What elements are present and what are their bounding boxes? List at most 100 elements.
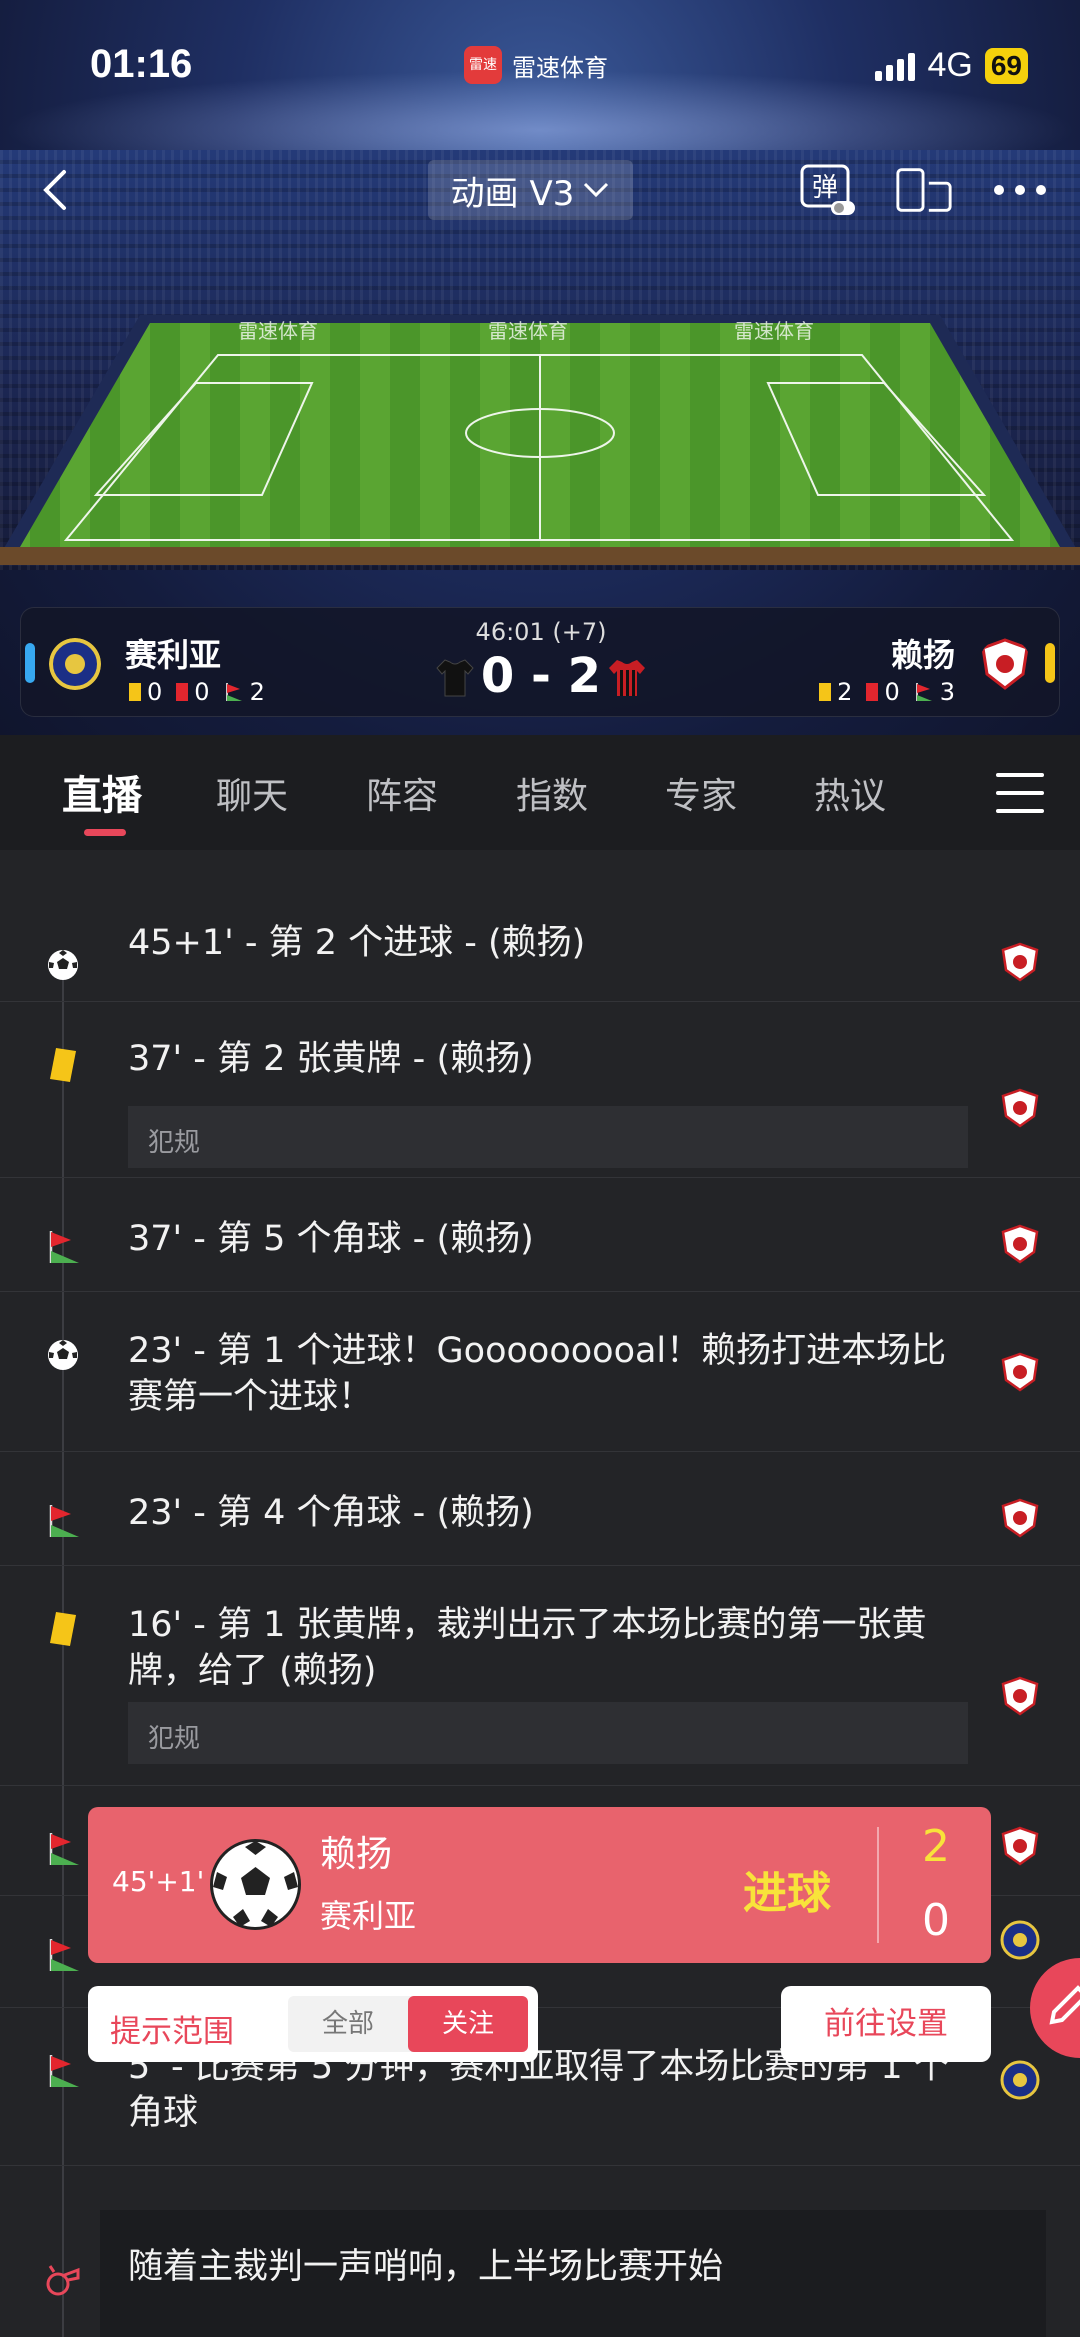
goal-score-scoring: 2 [922, 1821, 950, 1872]
ad-board-text: 雷速体育 [488, 319, 568, 343]
system-indicators: 4G 69 [875, 46, 1028, 85]
corner-flag-icon [44, 1830, 82, 1868]
app-logo: 雷速 [464, 46, 502, 84]
scoreboard: 赛利亚 0 0 2 46:01 (+7) 0 - 2 赖扬 2 0 3 [20, 607, 1060, 717]
network-type: 4G [927, 46, 973, 84]
animation-toolbar: 动画 V3 弹 [0, 160, 1080, 230]
tab-chat[interactable]: 聊天 [216, 767, 288, 819]
corner-flag-icon [915, 683, 932, 701]
pencil-icon [1049, 1985, 1080, 2025]
more-button[interactable] [990, 160, 1050, 220]
event-text: 23' - 第 1 个进球！Gooooooooal！赖扬打进本场比赛第一个进球！ [128, 1331, 947, 1417]
ad-board-text: 雷速体育 [734, 319, 814, 343]
clock: 01:16 [90, 42, 193, 86]
event-text: 45+1' - 第 2 个进球 - (赖扬) [128, 923, 586, 963]
tab-menu-button[interactable] [996, 773, 1044, 813]
more-dots-icon [994, 185, 1046, 195]
tab-bar: 直播 聊天 阵容 指数 专家 热议 [0, 735, 1080, 850]
away-team-stats: 2 0 3 [819, 678, 955, 706]
away-team-crest [1000, 1498, 1040, 1538]
corner-flag-icon [44, 1936, 82, 1974]
reminder-option-all[interactable]: 全部 [288, 1996, 408, 2052]
goal-minute: 45'+1' [112, 1865, 205, 1898]
event-text: 随着主裁判一声哨响，上半场比赛开始 [128, 2247, 724, 2287]
event-row: 37' - 第 5 个角球 - (赖扬) [0, 1178, 1080, 1292]
tab-live[interactable]: 直播 [62, 763, 142, 821]
away-team-crest [1000, 1088, 1040, 1128]
red-card-icon [866, 683, 879, 701]
event-note: 犯规 [128, 1702, 968, 1764]
football-pitch: 雷速体育 雷速体育 雷速体育 [0, 315, 1080, 565]
app-badge: 雷速 雷速体育 [464, 46, 608, 84]
event-row: 45+1' - 第 2 个进球 - (赖扬) [0, 890, 1080, 1002]
corner-flag-icon [44, 1502, 82, 1540]
event-row: 37' - 第 2 张黄牌 - (赖扬) 犯规 [0, 1002, 1080, 1178]
app-name: 雷速体育 [512, 53, 608, 82]
status-bar: 01:16 雷速 雷速体育 4G 69 [0, 0, 1080, 130]
ball-icon [44, 1336, 82, 1374]
chevron-down-icon [584, 182, 609, 198]
goal-scoring-team: 赖扬 [320, 1834, 393, 1875]
divider [877, 1827, 879, 1943]
chevron-left-icon [43, 170, 66, 210]
goto-settings-button[interactable]: 前往设置 [781, 1986, 991, 2062]
tab-experts[interactable]: 专家 [665, 767, 737, 819]
away-team-crest [1000, 1224, 1040, 1264]
soccer-ball-icon [210, 1839, 301, 1930]
reminder-scope-toggle: 全部 关注 [288, 1996, 528, 2052]
event-row: 随着主裁判一声哨响，上半场比赛开始 [0, 2210, 1080, 2337]
away-team-crest [1000, 1676, 1040, 1716]
back-button[interactable] [40, 160, 90, 220]
version-label: 动画 V3 [450, 173, 575, 214]
divider [0, 2165, 1080, 2166]
event-note: 犯规 [128, 1106, 968, 1168]
danmu-icon: 弹 [800, 164, 855, 215]
active-tab-indicator [84, 829, 126, 836]
whistle-icon [44, 2260, 82, 2298]
danmu-toggle-button[interactable]: 弹 [798, 160, 858, 220]
away-corner-count: 3 [939, 678, 955, 706]
tab-lineup[interactable]: 阵容 [366, 767, 438, 819]
event-row: 23' - 第 1 个进球！Gooooooooal！赖扬打进本场比赛第一个进球！ [0, 1292, 1080, 1452]
home-team-crest [1000, 1920, 1040, 1960]
reminder-scope-bar: 提示范围 全部 关注 [88, 1986, 538, 2062]
event-row: 23' - 第 4 个角球 - (赖扬) [0, 1452, 1080, 1566]
yellow-card-icon [44, 1046, 82, 1084]
goal-notification[interactable]: 45'+1' 赖扬 赛利亚 进球 2 0 [88, 1807, 991, 1963]
yellow-card-icon [819, 683, 832, 701]
live-event-feed[interactable]: 45+1' - 第 2 个进球 - (赖扬) 37' - 第 2 张黄牌 - (赖… [0, 850, 1080, 2337]
corner-flag-icon [44, 1228, 82, 1266]
svg-text:弹: 弹 [812, 173, 838, 203]
tab-odds[interactable]: 指数 [516, 767, 588, 819]
home-team-crest [1000, 2060, 1040, 2100]
goal-label: 进球 [743, 1868, 831, 1919]
corner-flag-icon [44, 2052, 82, 2090]
event-text: 37' - 第 2 张黄牌 - (赖扬) [128, 1039, 534, 1079]
away-team-name: 赖扬 [890, 636, 955, 674]
away-kit-icon [609, 660, 645, 696]
away-team-crest [1000, 1826, 1040, 1866]
event-text: 37' - 第 5 个角球 - (赖扬) [128, 1219, 534, 1259]
goal-score-other: 0 [922, 1895, 950, 1946]
yellow-card-icon [44, 1610, 82, 1648]
away-team-crest [981, 638, 1029, 690]
battery-icon: 69 [984, 47, 1028, 84]
away-yellow-count: 2 [837, 678, 853, 706]
event-text: 16' - 第 1 张黄牌，裁判出示了本场比赛的第一张黄牌，给了 (赖扬) [128, 1605, 927, 1691]
signal-icon [875, 51, 916, 81]
away-team-crest [1000, 942, 1040, 982]
away-team-crest [1000, 1352, 1040, 1392]
ball-icon [44, 946, 82, 984]
reminder-option-follow[interactable]: 关注 [408, 1996, 528, 2052]
animation-version-dropdown[interactable]: 动画 V3 [428, 160, 633, 220]
rotate-screen-icon [896, 168, 952, 212]
event-row: 16' - 第 1 张黄牌，裁判出示了本场比赛的第一张黄牌，给了 (赖扬) 犯规 [0, 1566, 1080, 1786]
reminder-scope-title: 提示范围 [110, 2014, 234, 2050]
goal-other-team: 赛利亚 [320, 1897, 417, 1935]
away-red-count: 0 [884, 678, 900, 706]
ad-board-text: 雷速体育 [238, 319, 318, 343]
screen-rotate-button[interactable] [894, 160, 954, 220]
tab-discussion[interactable]: 热议 [814, 767, 886, 819]
match-animation-header: 雷速体育 雷速体育 雷速体育 01:16 雷速 雷速体育 4G 69 动画 V3 [0, 0, 1080, 735]
event-text: 23' - 第 4 个角球 - (赖扬) [128, 1493, 534, 1533]
